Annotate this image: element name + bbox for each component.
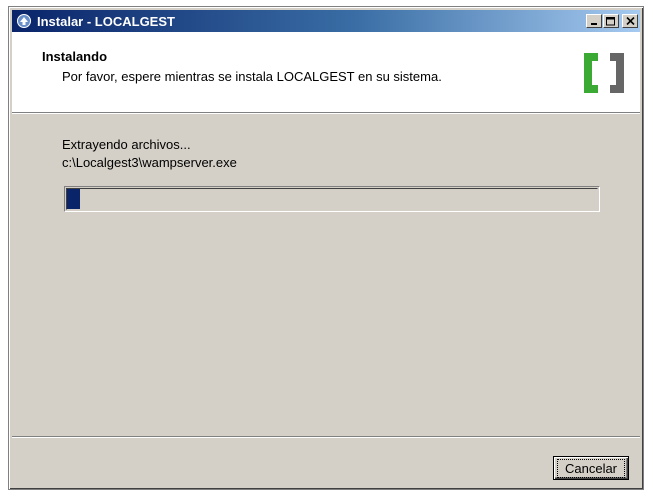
installer-window: Instalar - LOCALGEST Instalando Por favo…: [8, 6, 644, 490]
progress-bar: [64, 186, 600, 212]
progress-track: [66, 188, 598, 210]
window-controls: [585, 14, 638, 28]
close-button[interactable]: [622, 14, 638, 28]
close-icon: [625, 17, 635, 25]
page-subtitle: Por favor, espere mientras se instala LO…: [62, 69, 442, 84]
title-bar[interactable]: Instalar - LOCALGEST: [12, 10, 640, 32]
maximize-button[interactable]: [603, 14, 619, 28]
cancel-button[interactable]: Cancelar: [553, 456, 629, 480]
footer-divider: [12, 436, 640, 438]
window-title: Instalar - LOCALGEST: [37, 13, 175, 29]
localgest-logo: [584, 53, 624, 93]
wizard-content: Extrayendo archivos... c:\Localgest3\wam…: [12, 114, 640, 434]
maximize-icon: [606, 16, 615, 25]
minimize-button[interactable]: [586, 14, 602, 28]
minimize-icon: [591, 23, 597, 25]
wizard-header: Instalando Por favor, espere mientras se…: [12, 32, 640, 114]
progress-fill: [67, 189, 80, 209]
installer-icon: [16, 13, 32, 29]
cancel-button-label: Cancelar: [556, 458, 626, 478]
page-title: Instalando: [42, 49, 108, 64]
status-text: Extrayendo archivos...: [62, 137, 191, 152]
current-file-path: c:\Localgest3\wampserver.exe: [62, 155, 237, 170]
